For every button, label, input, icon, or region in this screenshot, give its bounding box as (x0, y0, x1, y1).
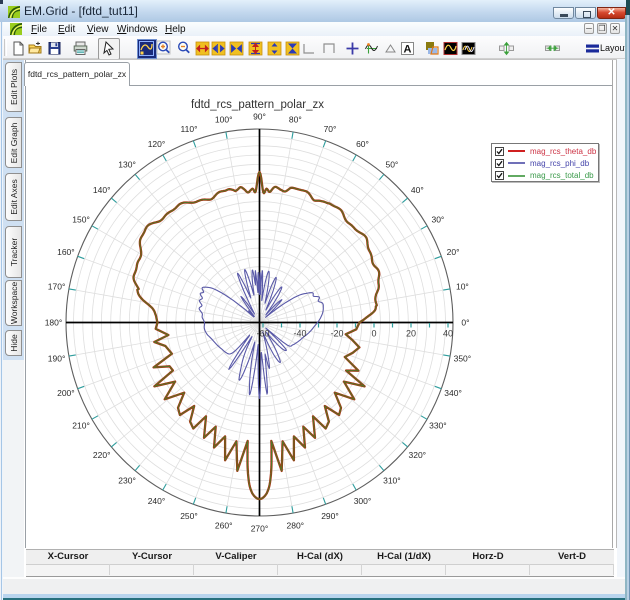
svg-text:30°: 30° (431, 215, 444, 225)
svg-text:200°: 200° (57, 388, 75, 398)
svg-text:280°: 280° (287, 520, 305, 530)
svg-text:20°: 20° (447, 247, 460, 257)
svg-text:290°: 290° (321, 511, 339, 521)
svg-text:180°: 180° (45, 318, 63, 328)
svg-text:50°: 50° (385, 160, 398, 170)
svg-text:140°: 140° (93, 185, 111, 195)
svg-text:210°: 210° (72, 421, 90, 431)
svg-text:250°: 250° (180, 511, 198, 521)
svg-text:270°: 270° (251, 524, 269, 534)
svg-text:300°: 300° (354, 496, 372, 506)
svg-text:150°: 150° (72, 215, 90, 225)
svg-text:170°: 170° (48, 282, 66, 292)
svg-text:40°: 40° (411, 185, 424, 195)
svg-text:0: 0 (371, 329, 376, 339)
svg-text:-20: -20 (330, 329, 343, 339)
svg-text:0°: 0° (461, 318, 469, 328)
svg-text:-40: -40 (293, 329, 306, 339)
svg-text:260°: 260° (215, 520, 233, 530)
svg-text:120°: 120° (148, 139, 166, 149)
svg-text:20: 20 (406, 329, 416, 339)
svg-text:220°: 220° (93, 450, 111, 460)
svg-text:A: A (404, 44, 412, 56)
svg-text:310°: 310° (383, 475, 401, 485)
svg-text:80°: 80° (289, 115, 302, 125)
svg-text:350°: 350° (454, 353, 472, 363)
svg-text:340°: 340° (444, 388, 462, 398)
svg-text:10°: 10° (456, 282, 469, 292)
svg-text:190°: 190° (48, 353, 66, 363)
svg-text:60°: 60° (356, 139, 369, 149)
svg-text:70°: 70° (324, 124, 337, 134)
svg-text:90°: 90° (253, 112, 266, 122)
svg-text:320°: 320° (409, 450, 427, 460)
svg-text:fdtd_rcs_pattern_polar_zx: fdtd_rcs_pattern_polar_zx (191, 99, 324, 111)
svg-text:110°: 110° (181, 124, 198, 134)
svg-text:100°: 100° (215, 115, 233, 125)
svg-text:130°: 130° (118, 160, 136, 170)
svg-text:40: 40 (443, 329, 453, 339)
svg-text:160°: 160° (57, 247, 75, 257)
svg-text:240°: 240° (148, 496, 166, 506)
svg-text:230°: 230° (118, 475, 136, 485)
svg-text:-60: -60 (256, 329, 269, 339)
svg-text:330°: 330° (429, 421, 447, 431)
